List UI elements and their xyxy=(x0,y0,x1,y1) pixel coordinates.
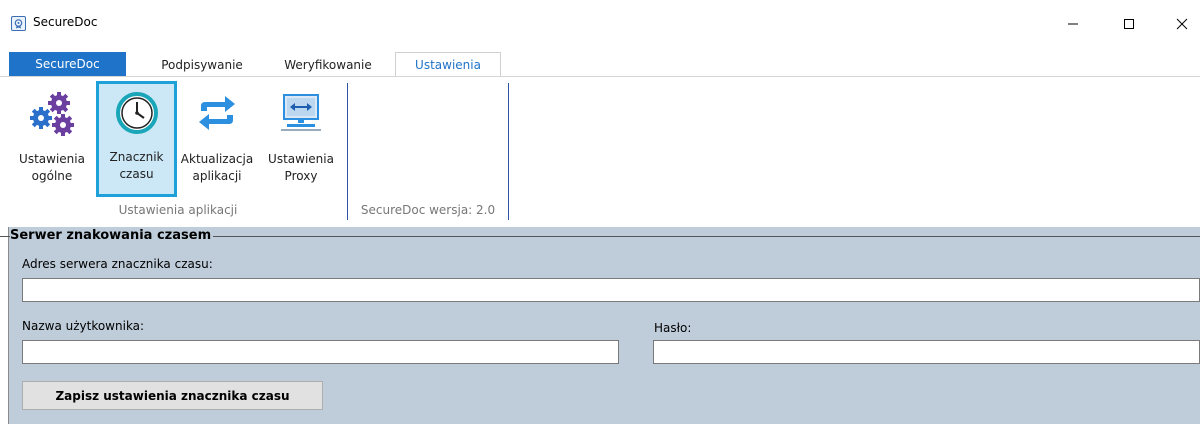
maximize-button[interactable] xyxy=(1109,12,1149,36)
minimize-icon xyxy=(1068,23,1078,25)
tab-podpisywanie[interactable]: Podpisywanie xyxy=(143,53,261,76)
save-timestamp-settings-button[interactable]: Zapisz ustawienia znacznika czasu xyxy=(22,381,323,410)
ribbon-group-separator xyxy=(508,83,509,220)
tab-ustawienia[interactable]: Ustawienia xyxy=(395,52,501,77)
tab-weryfikowanie[interactable]: Weryfikowanie xyxy=(265,53,391,76)
tab-securedoc-file[interactable]: SecureDoc xyxy=(9,52,126,76)
refresh-arrows-icon xyxy=(193,89,241,137)
username-label: Nazwa użytkownika: xyxy=(22,319,145,333)
ribbon: Ustawienia ogólne Znacznik czasu Aktuali… xyxy=(0,77,1200,225)
update-app-button[interactable]: Aktualizacja aplikacji xyxy=(177,85,257,195)
close-button[interactable] xyxy=(1162,12,1200,36)
server-address-input[interactable] xyxy=(22,278,1200,302)
maximize-icon xyxy=(1124,19,1134,29)
proxy-settings-label: Ustawienia Proxy xyxy=(268,152,334,183)
timestamp-button[interactable]: Znacznik czasu xyxy=(96,81,177,197)
gears-icon xyxy=(28,89,76,137)
minimize-button[interactable] xyxy=(1053,12,1093,36)
general-settings-button[interactable]: Ustawienia ogólne xyxy=(9,85,95,195)
server-address-label: Adres serwera znacznika czasu: xyxy=(22,257,213,271)
window-title: SecureDoc xyxy=(33,15,98,29)
app-settings-group-label: Ustawienia aplikacji xyxy=(118,203,238,217)
fieldset-legend: Serwer znakowania czasem xyxy=(10,228,214,243)
close-icon xyxy=(1176,18,1188,30)
password-label: Hasło: xyxy=(654,321,692,335)
password-input[interactable] xyxy=(653,340,1200,364)
title-bar: SecureDoc xyxy=(0,0,1200,46)
app-seal-icon xyxy=(11,16,26,31)
timestamp-label: Znacznik czasu xyxy=(109,150,164,181)
version-group-label: SecureDoc wersja: 2.0 xyxy=(360,203,496,217)
username-input[interactable] xyxy=(22,340,619,364)
general-settings-label: Ustawienia ogólne xyxy=(19,152,85,183)
ribbon-group-separator xyxy=(347,83,348,220)
update-app-label: Aktualizacja aplikacji xyxy=(180,152,254,183)
clock-icon xyxy=(113,89,161,137)
proxy-settings-button[interactable]: Ustawienia Proxy xyxy=(260,85,342,195)
network-monitor-icon xyxy=(277,89,325,137)
